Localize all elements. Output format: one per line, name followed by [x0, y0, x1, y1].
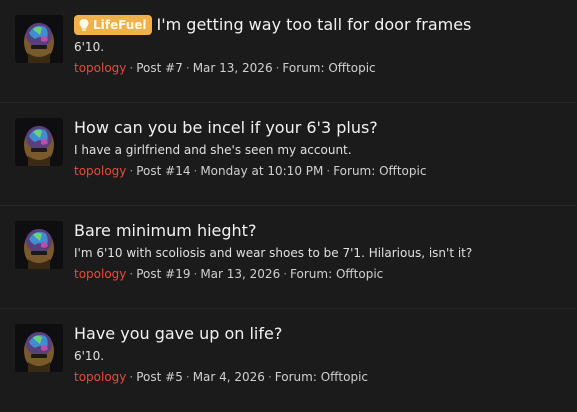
post-date: Mar 13, 2026 — [192, 61, 273, 75]
meta-separator: · — [283, 267, 288, 281]
meta-separator: · — [129, 61, 134, 75]
post-snippet: I'm 6'10 with scoliosis and wear shoes t… — [74, 246, 473, 260]
result-meta: topology · Post #5 · Mar 4, 2026 · Forum: Offt… — [74, 369, 565, 386]
author-link[interactable]: topology — [74, 61, 126, 75]
thread-title-link[interactable]: I'm getting way too tall for door frames — [157, 14, 472, 36]
result-meta: topology · Post #19 · Mar 13, 2026 · Forum: Of… — [74, 266, 565, 283]
prefix-label-lifefuel[interactable]: LifeFuel — [74, 15, 152, 35]
thread-title-link[interactable]: How can you be incel if your 6'3 plus? — [74, 117, 378, 139]
post-number: Post #14 — [136, 164, 191, 178]
forum-link[interactable]: Offtopic — [379, 164, 426, 178]
post-snippet: I have a girlfriend and she's seen my ac… — [74, 143, 352, 157]
author-link[interactable]: topology — [74, 267, 126, 281]
search-results-list: LifeFuel I'm getting way too tall for do… — [0, 0, 577, 412]
post-number: Post #5 — [136, 370, 183, 384]
lightbulb-icon — [79, 19, 89, 31]
meta-separator: · — [275, 61, 280, 75]
meta-separator: · — [326, 164, 331, 178]
result-meta: topology · Post #7 · Mar 13, 2026 · Forum: Off… — [74, 60, 565, 77]
meta-separator: · — [129, 370, 134, 384]
post-number: Post #7 — [136, 61, 183, 75]
author-link[interactable]: topology — [74, 164, 126, 178]
meta-separator: · — [193, 267, 198, 281]
post-date: Mar 4, 2026 — [192, 370, 265, 384]
search-result: How can you be incel if your 6'3 plus? I… — [0, 103, 577, 206]
meta-separator: · — [129, 267, 134, 281]
thread-title-link[interactable]: Bare minimum hieght? — [74, 220, 256, 242]
forum-prefix: Forum: — [333, 164, 376, 178]
search-result: Have you gave up on life? 6'10. topology… — [0, 309, 577, 412]
author-link[interactable]: topology — [74, 370, 126, 384]
avatar[interactable] — [15, 324, 63, 372]
post-date: Mar 13, 2026 — [200, 267, 281, 281]
forum-prefix: Forum: — [282, 61, 325, 75]
forum-prefix: Forum: — [274, 370, 317, 384]
result-meta: topology · Post #14 · Monday at 10:10 PM · For… — [74, 163, 565, 180]
avatar[interactable] — [15, 221, 63, 269]
meta-separator: · — [267, 370, 272, 384]
post-number: Post #19 — [136, 267, 191, 281]
meta-separator: · — [185, 61, 190, 75]
avatar[interactable] — [15, 15, 63, 63]
post-date: Monday at 10:10 PM — [200, 164, 324, 178]
post-snippet: 6'10. — [74, 349, 105, 363]
forum-link[interactable]: Offtopic — [328, 61, 375, 75]
thread-title-link[interactable]: Have you gave up on life? — [74, 323, 282, 345]
prefix-label-text: LifeFuel — [93, 18, 147, 32]
post-snippet: 6'10. — [74, 40, 105, 54]
forum-link[interactable]: Offtopic — [336, 267, 383, 281]
meta-separator: · — [129, 164, 134, 178]
search-result: Bare minimum hieght? I'm 6'10 with scoli… — [0, 206, 577, 309]
meta-separator: · — [193, 164, 198, 178]
meta-separator: · — [185, 370, 190, 384]
search-result: LifeFuel I'm getting way too tall for do… — [0, 0, 577, 103]
avatar[interactable] — [15, 118, 63, 166]
forum-prefix: Forum: — [290, 267, 333, 281]
forum-link[interactable]: Offtopic — [321, 370, 368, 384]
